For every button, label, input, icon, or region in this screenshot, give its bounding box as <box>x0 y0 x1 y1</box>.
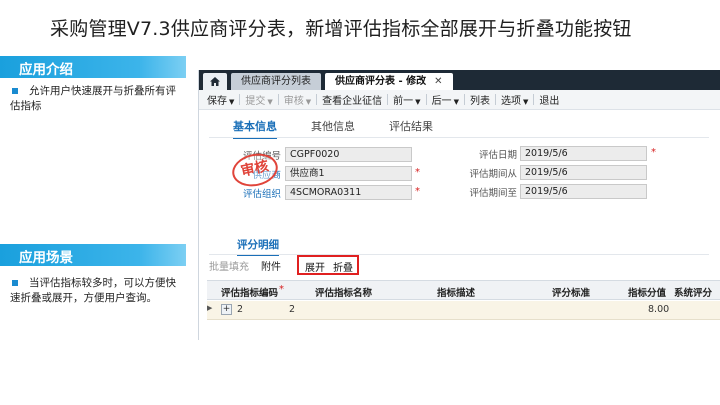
date-label: 评估日期 <box>478 150 517 161</box>
required-mark: * <box>415 186 420 197</box>
next-button[interactable]: 后一 ▼ <box>427 92 464 107</box>
chevron-down-icon: ▼ <box>267 98 273 106</box>
code-field[interactable]: CGPF0020 <box>285 147 412 162</box>
home-icon <box>210 77 220 86</box>
chevron-down-icon: ▼ <box>522 98 529 106</box>
intro-text-block: 允许用户快速展开与折叠所有评估指标 <box>10 84 186 114</box>
main-toolbar: 保存 ▼ 提交 ▼ 审核 ▼ 查看企业征信 前一 ▼ 后一 ▼ 列表 选项 ▼ 退出 <box>199 90 720 110</box>
date-field[interactable]: 2019/5/6 <box>520 146 647 161</box>
expand-row-icon[interactable]: + <box>221 304 232 315</box>
submit-button[interactable]: 提交 ▼ <box>240 92 277 107</box>
column-header[interactable]: 指标描述 <box>437 285 475 299</box>
column-header[interactable]: 评分标准 <box>552 285 590 299</box>
divider <box>209 137 709 138</box>
chevron-down-icon: ▼ <box>305 98 312 106</box>
grid-header: 评估指标编码 * 评估指标名称 指标描述 评分标准 指标分值 系统评分 <box>207 280 720 300</box>
app-window: 供应商评分列表 供应商评分表 - 修改 ✕ 保存 ▼ 提交 ▼ 审核 ▼ 查看企业征信 … <box>198 70 720 340</box>
column-header[interactable]: 指标分值 <box>628 285 666 299</box>
tab-supplier-score-list[interactable]: 供应商评分列表 <box>231 73 321 90</box>
save-button[interactable]: 保存 ▼ <box>202 92 239 107</box>
org-label[interactable]: 评估组织 <box>237 186 281 200</box>
divider <box>209 254 709 255</box>
collapse-all-button[interactable]: 折叠 <box>333 259 353 274</box>
cell-name[interactable]: 2 <box>289 304 295 315</box>
exit-button[interactable]: 退出 <box>534 92 564 107</box>
required-mark: * <box>279 284 284 295</box>
intro-text: 允许用户快速展开与折叠所有评估指标 <box>10 85 176 112</box>
options-button[interactable]: 选项 ▼ <box>496 92 533 107</box>
chevron-down-icon: ▼ <box>229 98 235 106</box>
expand-all-button[interactable]: 展开 <box>305 259 325 274</box>
cell-code[interactable]: 2 <box>237 304 243 315</box>
check-credit-button[interactable]: 查看企业征信 <box>317 92 387 107</box>
attachment-button[interactable]: 附件 <box>261 258 281 273</box>
detail-toolbar: 批量填充 附件 <box>209 257 293 273</box>
home-tab[interactable] <box>203 73 227 90</box>
tab-supplier-score-edit[interactable]: 供应商评分表 - 修改 ✕ <box>325 73 453 90</box>
options-label: 选项 <box>500 96 521 107</box>
prev-label: 前一 <box>393 96 414 107</box>
column-header[interactable]: 评估指标名称 <box>315 285 372 299</box>
period-from-field[interactable]: 2019/5/6 <box>520 165 647 180</box>
column-header[interactable]: 评估指标编码 <box>221 285 278 299</box>
intro-heading: 应用介绍 <box>0 56 186 78</box>
supplier-field[interactable]: 供应商1 <box>285 166 412 181</box>
period-from-label: 评估期间从 <box>469 169 517 180</box>
column-header[interactable]: 系统评分 <box>674 285 712 299</box>
required-mark: * <box>651 147 656 158</box>
slide-title: 采购管理V7.3供应商评分表，新增评估指标全部展开与折叠功能按钮 <box>50 18 632 40</box>
audit-button[interactable]: 审核 ▼ <box>279 92 316 107</box>
scenario-heading: 应用场景 <box>0 244 186 266</box>
tab-label: 供应商评分表 - 修改 <box>335 76 427 87</box>
subtab-result[interactable]: 评估结果 <box>389 118 433 139</box>
prev-button[interactable]: 前一 ▼ <box>388 92 425 107</box>
list-button[interactable]: 列表 <box>465 92 495 107</box>
org-field[interactable]: 4SCMORA0311 <box>285 185 412 200</box>
close-icon[interactable]: ✕ <box>434 76 442 87</box>
subtab-other-info[interactable]: 其他信息 <box>311 118 355 139</box>
tab-bar: 供应商评分列表 供应商评分表 - 修改 ✕ <box>199 70 720 90</box>
table-row[interactable]: ▶ + 2 2 8.00 <box>207 301 720 320</box>
save-label: 保存 <box>207 96 227 107</box>
scenario-text: 当评估指标较多时，可以方便快速折叠或展开，方便用户查询。 <box>10 277 176 304</box>
period-to-label: 评估期间至 <box>469 188 517 199</box>
cell-score[interactable]: 8.00 <box>648 304 669 315</box>
subtab-basic-info[interactable]: 基本信息 <box>233 118 277 139</box>
row-pointer-icon: ▶ <box>207 304 213 312</box>
audit-label: 审核 <box>283 96 304 107</box>
next-label: 后一 <box>431 96 452 107</box>
form-subtabs: 基本信息 其他信息 评估结果 <box>233 118 467 139</box>
scenario-text-block: 当评估指标较多时，可以方便快速折叠或展开，方便用户查询。 <box>10 276 186 306</box>
bullet-icon <box>12 87 18 94</box>
bullet-icon <box>12 279 18 286</box>
required-mark: * <box>415 167 420 178</box>
chevron-down-icon: ▼ <box>453 98 459 106</box>
submit-label: 提交 <box>245 96 266 107</box>
chevron-down-icon: ▼ <box>415 98 421 106</box>
period-to-field[interactable]: 2019/5/6 <box>520 184 647 199</box>
batch-fill-button[interactable]: 批量填充 <box>209 258 249 273</box>
